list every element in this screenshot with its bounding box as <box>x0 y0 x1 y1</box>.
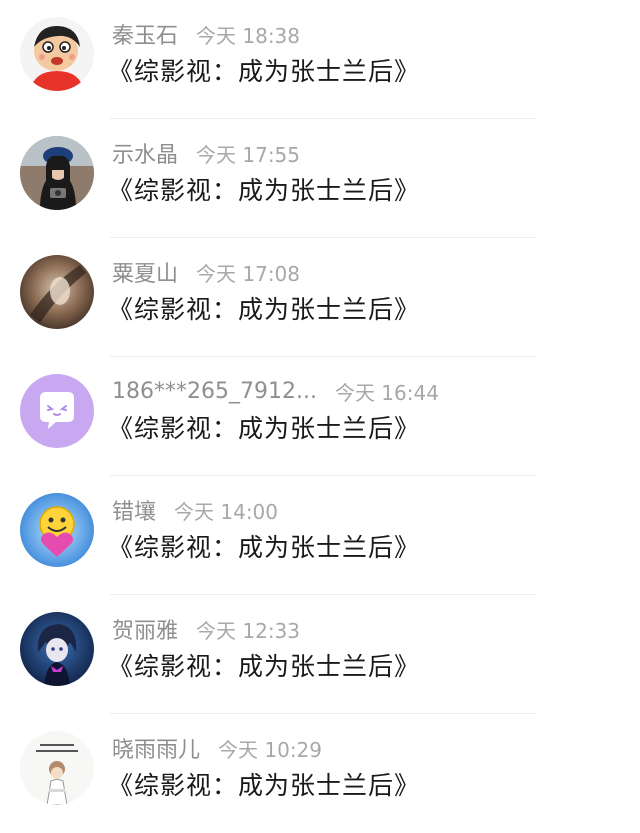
girl-photo-icon <box>20 136 94 210</box>
chat-bubble-icon <box>20 374 94 448</box>
smiley-heart-icon <box>20 493 94 567</box>
timestamp: 今天 17:08 <box>196 261 301 286</box>
comment-item[interactable]: 粟夏山 今天 17:08 《综影视：成为张士兰后》 <box>0 238 640 357</box>
comment-item[interactable]: 186***265_7912... 今天 16:44 《综影视：成为张士兰后》 <box>0 357 640 476</box>
avatar[interactable] <box>20 493 94 567</box>
cartoon-boy-icon <box>20 17 94 91</box>
comment-list: 秦玉石 今天 18:38 《综影视：成为张士兰后》 示水晶 今天 17:55 《… <box>0 0 640 820</box>
timestamp: 今天 12:33 <box>196 618 301 643</box>
username[interactable]: 贺丽雅 <box>112 613 178 645</box>
avatar[interactable] <box>20 731 94 805</box>
username[interactable]: 晓雨雨儿 <box>112 732 200 764</box>
avatar[interactable] <box>20 255 94 329</box>
comment-text: 《综影视：成为张士兰后》 <box>108 57 421 86</box>
username[interactable]: 186***265_7912... <box>112 379 317 404</box>
comment-item[interactable]: 秦玉石 今天 18:38 《综影视：成为张士兰后》 <box>0 0 640 119</box>
blurred-photo-icon <box>20 255 94 329</box>
anime-character-icon <box>20 612 94 686</box>
username[interactable]: 粟夏山 <box>112 256 178 288</box>
timestamp: 今天 16:44 <box>334 380 439 405</box>
timestamp: 今天 17:55 <box>196 142 301 167</box>
comment-text: 《综影视：成为张士兰后》 <box>108 771 421 800</box>
comment-text: 《综影视：成为张士兰后》 <box>108 652 421 681</box>
comment-item[interactable]: 错壤 今天 14:00 《综影视：成为张士兰后》 <box>0 476 640 595</box>
comment-text: 《综影视：成为张士兰后》 <box>108 414 421 443</box>
avatar[interactable] <box>20 136 94 210</box>
comment-text: 《综影视：成为张士兰后》 <box>108 533 421 562</box>
timestamp: 今天 14:00 <box>174 499 279 524</box>
comment-text: 《综影视：成为张士兰后》 <box>108 176 421 205</box>
avatar[interactable] <box>20 17 94 91</box>
comment-text: 《综影视：成为张士兰后》 <box>108 295 421 324</box>
timestamp: 今天 10:29 <box>218 737 323 762</box>
doll-drawing-icon <box>20 731 94 805</box>
avatar[interactable] <box>20 612 94 686</box>
timestamp: 今天 18:38 <box>196 23 301 48</box>
username[interactable]: 示水晶 <box>112 137 178 169</box>
username[interactable]: 秦玉石 <box>112 18 178 50</box>
username[interactable]: 错壤 <box>112 494 156 526</box>
comment-item[interactable]: 贺丽雅 今天 12:33 《综影视：成为张士兰后》 <box>0 595 640 714</box>
avatar[interactable] <box>20 374 94 448</box>
comment-item[interactable]: 晓雨雨儿 今天 10:29 《综影视：成为张士兰后》 <box>0 714 640 833</box>
comment-item[interactable]: 示水晶 今天 17:55 《综影视：成为张士兰后》 <box>0 119 640 238</box>
